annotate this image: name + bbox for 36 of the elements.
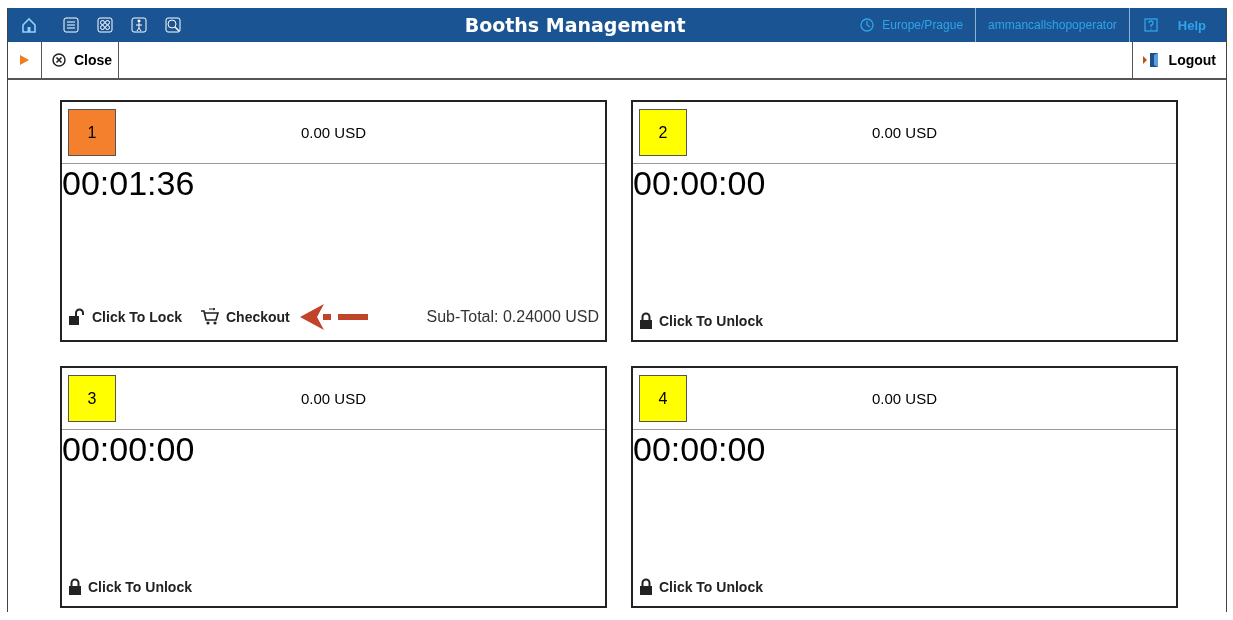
- unlock-link[interactable]: Click To Unlock: [639, 312, 763, 330]
- clock-icon: [860, 18, 875, 32]
- booth-balance: 0.00 USD: [299, 390, 367, 407]
- close-icon: [52, 53, 66, 67]
- search-icon[interactable]: [164, 16, 182, 34]
- door-icon: [1142, 52, 1161, 68]
- person-icon[interactable]: [130, 16, 148, 34]
- booth-balance: 0.00 USD: [299, 124, 367, 141]
- booth-balance: 0.00 USD: [870, 390, 938, 407]
- home-icon[interactable]: [20, 16, 38, 34]
- booth-timer: 00:01:36: [62, 164, 195, 202]
- close-button[interactable]: Close: [42, 42, 120, 78]
- booth-timer: 00:00:00: [62, 430, 195, 468]
- logout-button[interactable]: Logout: [1131, 42, 1226, 78]
- unlock-link[interactable]: Click To Unlock: [639, 578, 763, 596]
- help-icon[interactable]: [1141, 16, 1160, 34]
- list-icon[interactable]: [62, 16, 80, 34]
- padlock-icon: [639, 312, 653, 330]
- booth-number: 3: [68, 375, 116, 422]
- booth-number: 2: [639, 109, 687, 156]
- booth-timer: 00:00:00: [633, 164, 766, 202]
- booth-timer: 00:00:00: [633, 430, 766, 468]
- unlock-link[interactable]: Click To Unlock: [68, 578, 192, 596]
- subtotal-text: Sub-Total: 0.24000 USD: [426, 308, 599, 326]
- page-title: Booths Management: [463, 14, 687, 36]
- cart-icon: [200, 308, 220, 326]
- checkout-link[interactable]: Checkout: [200, 308, 290, 326]
- booth-balance: 0.00 USD: [870, 124, 938, 141]
- play-icon[interactable]: [20, 55, 29, 65]
- grid-icon[interactable]: [96, 16, 114, 34]
- booth-number: 1: [68, 109, 116, 156]
- padlock-icon: [639, 578, 653, 596]
- padlock-icon: [68, 578, 82, 596]
- lock-link[interactable]: Click To Lock: [68, 308, 182, 326]
- unlocked-padlock-icon: [68, 308, 86, 326]
- booth-number: 4: [639, 375, 687, 422]
